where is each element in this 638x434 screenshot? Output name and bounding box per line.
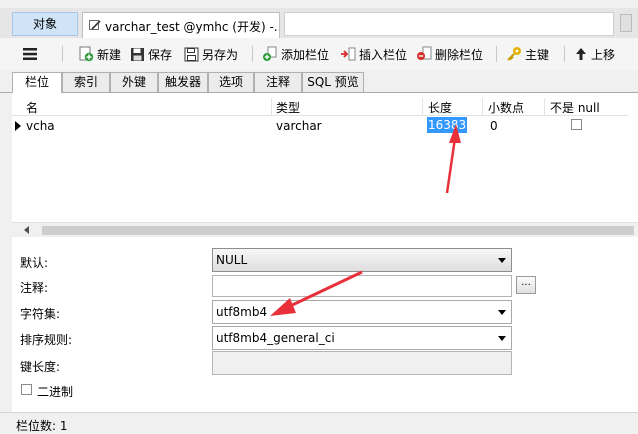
delete-field-button[interactable]: 删除栏位 bbox=[416, 45, 483, 63]
add-field-icon bbox=[263, 46, 277, 61]
cell-type[interactable]: varchar bbox=[276, 119, 322, 133]
tab-table-design[interactable]: varchar_test @ymhc (开发) -... bbox=[82, 12, 280, 38]
binary-checkbox[interactable] bbox=[21, 384, 32, 395]
new-button[interactable]: 新建 bbox=[78, 45, 121, 63]
default-label: 默认: bbox=[20, 256, 49, 270]
arrow-up-icon bbox=[576, 48, 586, 60]
tab-scroll-button[interactable] bbox=[620, 14, 632, 32]
column-divider bbox=[422, 98, 423, 115]
new-label: 新建 bbox=[97, 47, 122, 62]
collation-label: 排序规则: bbox=[20, 333, 73, 347]
comment-label: 注释: bbox=[20, 281, 49, 295]
column-divider bbox=[482, 98, 483, 115]
toolbar-separator bbox=[564, 46, 565, 62]
horizontal-scrollbar[interactable] bbox=[12, 222, 638, 237]
scroll-left-icon[interactable] bbox=[24, 226, 29, 234]
chevron-down-icon bbox=[498, 336, 506, 341]
charset-value: utf8mb4 bbox=[216, 305, 268, 319]
comment-field[interactable] bbox=[212, 275, 512, 297]
col-header-type[interactable]: 类型 bbox=[276, 99, 300, 116]
cell-name[interactable]: vcha bbox=[26, 119, 55, 133]
tab-comment[interactable]: 注释 bbox=[254, 72, 302, 92]
grid-right-edge bbox=[628, 93, 638, 223]
designer-tabs: 栏位 索引 外键 触发器 选项 注释 SQL 预览 bbox=[0, 70, 638, 93]
tab-objects[interactable]: 对象 bbox=[12, 12, 78, 36]
key-icon bbox=[507, 47, 521, 61]
collation-value: utf8mb4_general_ci bbox=[216, 331, 335, 345]
move-up-label: 上移 bbox=[591, 47, 616, 62]
primary-key-label: 主键 bbox=[525, 47, 550, 62]
save-label: 保存 bbox=[148, 47, 173, 62]
tab-options[interactable]: 选项 bbox=[208, 72, 254, 92]
tab-foreign-keys[interactable]: 外键 bbox=[110, 72, 158, 92]
column-divider bbox=[544, 98, 545, 115]
tab-empty-area bbox=[284, 12, 614, 36]
table-row[interactable]: vcha varchar 16383 0 bbox=[12, 116, 638, 135]
grid-header: 名 类型 长度 小数点 不是 null bbox=[12, 98, 638, 116]
move-up-button[interactable]: 上移 bbox=[574, 45, 615, 63]
save-as-icon bbox=[184, 47, 199, 61]
tab-title: varchar_test @ymhc (开发) -... bbox=[105, 20, 280, 34]
default-value: NULL bbox=[216, 253, 248, 267]
primary-key-button[interactable]: 主键 bbox=[506, 45, 549, 63]
delete-field-label: 删除栏位 bbox=[435, 47, 484, 62]
add-field-label: 添加栏位 bbox=[281, 47, 330, 62]
collation-select[interactable]: utf8mb4_general_ci bbox=[212, 326, 512, 350]
save-icon bbox=[131, 47, 144, 61]
column-divider bbox=[271, 98, 272, 115]
toolbar-separator bbox=[496, 46, 497, 62]
document-tabbar: 对象 varchar_test @ymhc (开发) -... bbox=[0, 8, 638, 39]
save-as-label: 另存为 bbox=[202, 47, 239, 62]
insert-field-label: 插入栏位 bbox=[359, 47, 408, 62]
default-select[interactable]: NULL bbox=[212, 248, 512, 272]
status-bar: 栏位数: 1 bbox=[0, 412, 638, 434]
table-design-icon bbox=[89, 20, 101, 30]
new-icon bbox=[79, 46, 94, 62]
charset-select[interactable]: utf8mb4 bbox=[212, 300, 512, 324]
col-header-name[interactable]: 名 bbox=[26, 99, 38, 116]
tab-fields[interactable]: 栏位 bbox=[12, 72, 62, 93]
cell-length[interactable]: 16383 bbox=[427, 117, 468, 133]
save-button[interactable]: 保存 bbox=[130, 45, 172, 63]
tab-triggers[interactable]: 触发器 bbox=[158, 72, 208, 92]
scrollbar-thumb[interactable] bbox=[42, 226, 634, 235]
fields-grid: 名 类型 长度 小数点 不是 null vcha varchar 16383 0 bbox=[12, 93, 638, 223]
save-as-button[interactable]: 另存为 bbox=[184, 45, 238, 63]
key-length-label: 键长度: bbox=[20, 360, 61, 374]
hamburger-icon bbox=[23, 48, 37, 60]
menu-button[interactable] bbox=[22, 45, 41, 63]
key-length-field[interactable] bbox=[212, 351, 512, 375]
tab-sql-preview[interactable]: SQL 预览 bbox=[302, 72, 364, 92]
col-header-length[interactable]: 长度 bbox=[428, 99, 452, 116]
charset-label: 字符集: bbox=[20, 307, 61, 321]
binary-label: 二进制 bbox=[37, 385, 74, 399]
cell-decimals[interactable]: 0 bbox=[490, 119, 498, 133]
col-header-not-null[interactable]: 不是 null bbox=[550, 99, 600, 116]
chevron-down-icon bbox=[498, 258, 506, 263]
insert-field-icon bbox=[341, 47, 356, 61]
toolbar-separator bbox=[62, 46, 63, 62]
tab-indexes[interactable]: 索引 bbox=[62, 72, 110, 92]
add-field-button[interactable]: 添加栏位 bbox=[262, 45, 329, 63]
toolbar: 新建 保存 另存为 添加栏位 插入栏位 删除栏位 主键 上移 bbox=[0, 38, 638, 71]
field-properties-panel: 默认: NULL 注释: ... 字符集: utf8mb4 排序规则: utf8… bbox=[12, 237, 638, 412]
toolbar-separator bbox=[252, 46, 253, 62]
chevron-down-icon bbox=[498, 310, 506, 315]
delete-field-icon bbox=[417, 46, 432, 60]
not-null-checkbox[interactable] bbox=[571, 119, 582, 130]
menubar bbox=[0, 0, 638, 8]
col-header-decimals[interactable]: 小数点 bbox=[488, 99, 524, 116]
insert-field-button[interactable]: 插入栏位 bbox=[340, 45, 407, 63]
current-row-marker-icon bbox=[15, 121, 21, 131]
field-count: 栏位数: 1 bbox=[16, 419, 68, 433]
comment-edit-button[interactable]: ... bbox=[516, 276, 536, 294]
